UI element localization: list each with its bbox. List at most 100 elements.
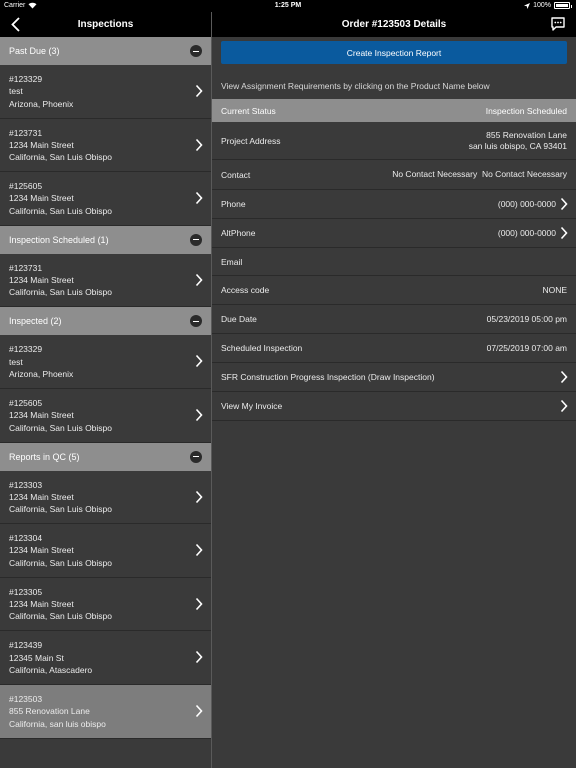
status-right: 100%	[524, 2, 572, 9]
altphone-label: AltPhone	[221, 228, 256, 238]
chevron-right-icon	[195, 651, 203, 664]
chevron-right-icon	[195, 408, 203, 422]
inspection-list-item[interactable]: #123439 12345 Main St California, Atascade…	[0, 631, 211, 685]
phone-value: (000) 000-0000	[497, 198, 556, 209]
inspection-list-item[interactable]: #125605 1234 Main Street California, San L…	[0, 172, 211, 226]
street-address: 1234 Main Street	[9, 193, 74, 204]
inspection-list-item[interactable]: #123305 1234 Main Street California, San L…	[0, 578, 211, 632]
order-number: #123731	[9, 127, 43, 138]
chevron-right-icon	[195, 273, 203, 286]
battery-icon	[554, 2, 572, 9]
street-address: 1234 Main Street	[9, 545, 74, 556]
street-address: 12345 Main St	[9, 652, 64, 663]
inspection-list-item[interactable]: #123731 1234 Main Street California, San L…	[0, 254, 211, 308]
chevron-right-icon	[560, 370, 568, 384]
back-button[interactable]	[6, 15, 24, 34]
scheduled-inspection-row: Scheduled Inspection 07/25/2019 07:00 am	[212, 334, 576, 363]
inspections-list: Past Due (3) #123329 test Arizona, Phoenix #…	[0, 37, 211, 739]
street-address: test	[9, 356, 23, 367]
inspection-list-item[interactable]: #123503 855 Renovation Lane California, sa…	[0, 684, 211, 739]
address-line-2: san luis obispo, CA 93401	[468, 140, 567, 151]
collapse-minus-icon[interactable]	[190, 233, 202, 246]
chat-bubble-icon	[551, 17, 565, 31]
product-label: SFR Construction Progress Inspection (Dr…	[221, 372, 435, 382]
chevron-right-icon	[560, 226, 568, 240]
clock: 1:25 PM	[274, 2, 302, 9]
contact-label: Contact	[221, 169, 251, 180]
product-row[interactable]: SFR Construction Progress Inspection (Dr…	[212, 363, 576, 392]
order-number: #123731	[9, 262, 43, 273]
right-nav-title: Order #123503 Details	[341, 19, 447, 30]
city-state: California, San Luis Obispo	[9, 611, 113, 622]
chevron-right-icon	[195, 138, 203, 151]
city-state: California, San Luis Obispo	[9, 422, 113, 433]
inspection-list-item[interactable]: #125605 1234 Main Street California, San L…	[0, 389, 211, 443]
city-state: California, San Luis Obispo	[9, 287, 113, 298]
chevron-right-icon	[560, 197, 568, 211]
contact-row: Contact No Contact Necessary No Contact …	[212, 160, 576, 190]
section-header[interactable]: Reports in QC (5)	[0, 442, 211, 471]
collapse-minus-icon[interactable]	[190, 45, 202, 57]
street-address: 1234 Main Street	[9, 139, 74, 150]
chevron-right-icon	[195, 84, 203, 98]
due-date-value: 05/23/2019 05:00 pm	[486, 313, 567, 324]
left-nav-bar: Inspections	[0, 12, 211, 37]
chevron-right-icon	[195, 597, 203, 610]
chevron-right-icon	[195, 704, 203, 717]
contact-value: No Contact Necessary No Contact Necessar…	[392, 169, 567, 179]
battery-percent: 100%	[533, 2, 551, 9]
inspection-list-item[interactable]: #123329 test Arizona, Phoenix	[0, 65, 211, 119]
order-number: #123304	[9, 533, 43, 544]
city-state: California, San Luis Obispo	[9, 152, 113, 163]
city-state: California, san luis obispo	[9, 718, 106, 729]
inspections-list-pane: Inspections Past Due (3) #123329 test Arizo…	[0, 12, 211, 768]
inspection-list-item[interactable]: #123329 test Arizona, Phoenix	[0, 335, 211, 389]
view-invoice-row[interactable]: View My Invoice	[212, 392, 576, 421]
city-state: California, San Luis Obispo	[9, 557, 113, 568]
scheduled-inspection-value: 07/25/2019 07:00 am	[486, 342, 567, 353]
email-row: Email	[212, 248, 576, 276]
requirements-hint: View Assignment Requirements by clicking…	[221, 81, 490, 91]
inspection-list-item[interactable]: #123303 1234 Main Street California, San L…	[0, 471, 211, 525]
chevron-right-icon	[195, 192, 203, 205]
address-line-1: 855 Renovation Lane	[486, 129, 567, 140]
order-number: #125605	[9, 397, 43, 408]
street-address: 1234 Main Street	[9, 410, 74, 421]
email-label: Email	[221, 256, 243, 267]
chevron-right-icon	[195, 355, 203, 368]
collapse-minus-icon[interactable]	[190, 450, 202, 463]
street-address: 855 Renovation Lane	[9, 706, 90, 717]
create-inspection-report-button[interactable]: Create Inspection Report	[221, 41, 567, 64]
access-code-value: NONE	[542, 284, 567, 295]
chevron-right-icon	[560, 399, 568, 413]
city-state: Arizona, Phoenix	[9, 98, 74, 109]
status-bar: Carrier 1:25 PM 100%	[0, 0, 576, 12]
order-number: #123303	[9, 479, 43, 490]
current-status-value: Inspection Scheduled	[485, 105, 567, 116]
chevron-left-icon	[10, 17, 20, 32]
left-nav-title: Inspections	[77, 19, 134, 30]
chevron-right-icon	[195, 490, 203, 503]
order-number: #125605	[9, 181, 43, 192]
order-number: #123329	[9, 344, 43, 355]
section-header[interactable]: Inspected (2)	[0, 307, 211, 336]
inspection-list-item[interactable]: #123304 1234 Main Street California, San L…	[0, 524, 211, 578]
section-header[interactable]: Inspection Scheduled (1)	[0, 225, 211, 254]
order-details-pane: Order #123503 Details Create Inspection …	[212, 12, 576, 768]
access-code-row: Access code NONE	[212, 276, 576, 305]
due-date-label: Due Date	[221, 314, 257, 324]
collapse-minus-icon[interactable]	[190, 315, 202, 328]
altphone-row[interactable]: AltPhone (000) 000-0000	[212, 219, 576, 248]
order-number: #123439	[9, 640, 43, 651]
section-header[interactable]: Past Due (3)	[0, 37, 211, 65]
project-address-label: Project Address	[221, 135, 281, 146]
inspection-list-item[interactable]: #123731 1234 Main Street California, San L…	[0, 119, 211, 173]
phone-label: Phone	[221, 199, 246, 209]
phone-row[interactable]: Phone (000) 000-0000	[212, 190, 576, 219]
chat-button[interactable]	[550, 16, 566, 32]
access-code-label: Access code	[221, 285, 270, 295]
view-invoice-label: View My Invoice	[221, 401, 283, 411]
action-area: Create Inspection Report	[212, 37, 576, 73]
project-address-value: 855 Renovation Lane san luis obispo, CA …	[469, 130, 567, 152]
location-arrow-icon	[524, 2, 531, 9]
